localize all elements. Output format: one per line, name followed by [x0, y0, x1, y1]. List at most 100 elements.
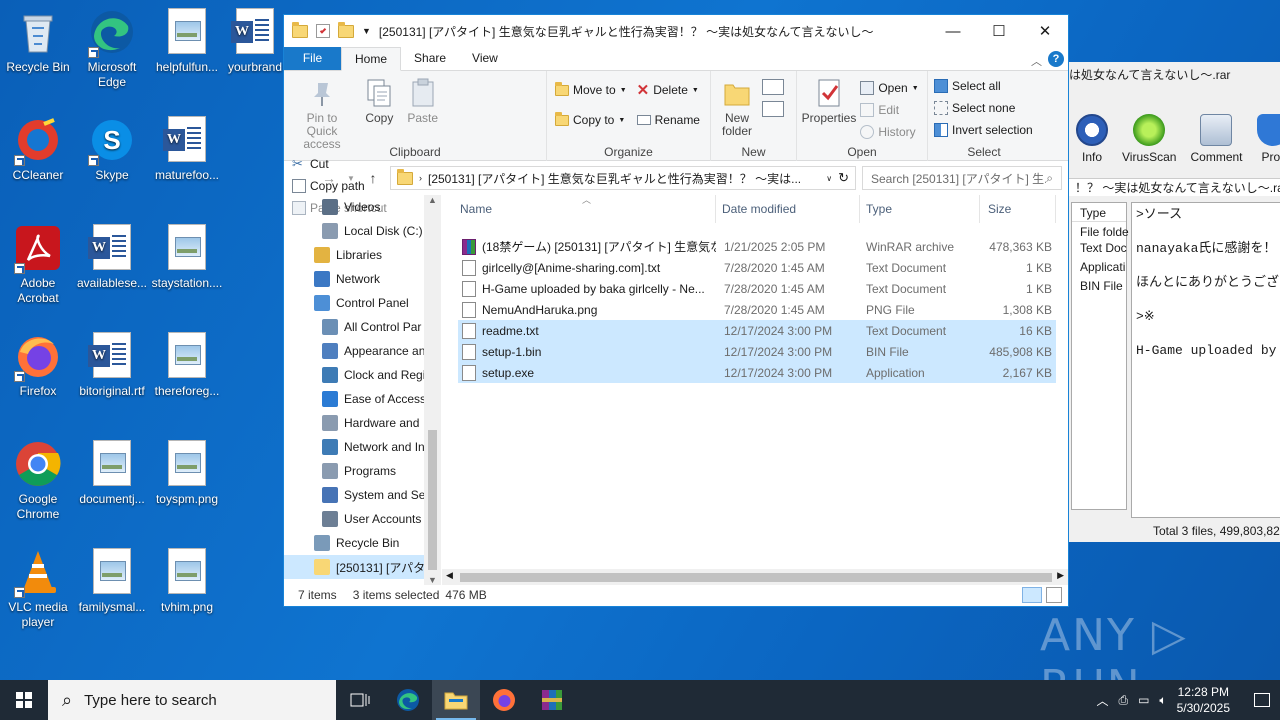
- network-icon[interactable]: ⎙: [1118, 693, 1128, 708]
- winrar-type-row[interactable]: BIN File: [1072, 279, 1126, 298]
- nav-item[interactable]: Local Disk (C:): [284, 219, 441, 243]
- scroll-up-icon[interactable]: ▲: [424, 195, 441, 205]
- move-to-button[interactable]: Move to ▼: [555, 79, 627, 101]
- collapse-ribbon-icon[interactable]: ︿: [1031, 53, 1042, 69]
- select-none-button[interactable]: Select none: [934, 97, 1036, 119]
- task-view-button[interactable]: [336, 680, 384, 720]
- minimize-button[interactable]: —: [930, 15, 976, 47]
- desktop-icon-documentj[interactable]: documentj...: [74, 440, 150, 507]
- column-header-type[interactable]: Type: [860, 195, 980, 223]
- nav-item[interactable]: Network: [284, 267, 441, 291]
- horizontal-scrollbar[interactable]: ◀ ▶: [442, 569, 1068, 585]
- nav-item[interactable]: Network and In: [284, 435, 441, 459]
- chevron-down-icon[interactable]: ▼: [362, 26, 371, 36]
- open-button[interactable]: Open ▼: [860, 77, 919, 99]
- chevron-down-icon[interactable]: ∨: [826, 174, 832, 183]
- nav-item[interactable]: Hardware and: [284, 411, 441, 435]
- nav-item[interactable]: Videos: [284, 195, 441, 219]
- scroll-right-icon[interactable]: ▶: [1057, 570, 1064, 581]
- taskbar-search-input[interactable]: Type here to search: [84, 692, 217, 709]
- volume-icon[interactable]: 🔈︎: [1159, 693, 1166, 708]
- easy-access-icon[interactable]: [762, 101, 785, 117]
- desktop-icon-availablese[interactable]: W availablese...: [74, 224, 150, 291]
- help-icon[interactable]: ?: [1048, 51, 1064, 67]
- tab-view[interactable]: View: [459, 47, 511, 70]
- properties-quick-icon[interactable]: [316, 24, 330, 38]
- paste-button[interactable]: Paste: [403, 75, 443, 127]
- maximize-button[interactable]: ☐: [976, 15, 1022, 47]
- tab-share[interactable]: Share: [401, 47, 459, 70]
- taskbar-winrar[interactable]: [528, 680, 576, 720]
- desktop-icon-vlc[interactable]: VLC media player: [0, 548, 76, 630]
- nav-item[interactable]: [250131] [アパタイ: [284, 555, 441, 579]
- details-view-icon[interactable]: [1022, 587, 1042, 603]
- nav-item[interactable]: Ease of Access: [284, 387, 441, 411]
- desktop-icon-firefox[interactable]: Firefox: [0, 332, 76, 399]
- tab-file[interactable]: File: [284, 47, 341, 70]
- winrar-type-row[interactable]: Applicati: [1072, 260, 1126, 279]
- start-button[interactable]: [0, 680, 48, 720]
- desktop-icon-recycle-bin[interactable]: Recycle Bin: [0, 8, 76, 75]
- network-status-icon[interactable]: ▭: [1138, 693, 1149, 707]
- winrar-type-row[interactable]: File folde: [1072, 222, 1129, 241]
- file-explorer-window[interactable]: ▼ [250131] [アパタイト] 生意気な巨乳ギャルと性行為実習！？ 〜実は…: [283, 14, 1069, 607]
- copy-to-button[interactable]: Copy to ▼: [555, 109, 627, 131]
- new-folder-button[interactable]: New folder: [715, 75, 759, 140]
- scrollbar-thumb[interactable]: [460, 573, 1052, 582]
- column-header-date[interactable]: Date modified: [716, 195, 860, 223]
- refresh-icon[interactable]: ↻: [838, 170, 849, 186]
- desktop-icon-helpfulfun[interactable]: helpfulfun...: [149, 8, 225, 75]
- copy-button[interactable]: Copy: [359, 75, 399, 127]
- file-row[interactable]: readme.txt 12/17/2024 3:00 PM Text Documen…: [458, 320, 1056, 341]
- nav-item[interactable]: Programs: [284, 459, 441, 483]
- large-icons-view-icon[interactable]: [1046, 587, 1062, 603]
- desktop-icon-bitoriginal[interactable]: W bitoriginal.rtf: [74, 332, 150, 399]
- file-row[interactable]: setup.exe 12/17/2024 3:00 PM Application 2,…: [458, 362, 1056, 383]
- column-header-name[interactable]: Name: [442, 195, 716, 223]
- desktop-icon-skype[interactable]: S Skype: [74, 116, 150, 183]
- nav-item[interactable]: Clock and Regi: [284, 363, 441, 387]
- file-row[interactable]: setup-1.bin 12/17/2024 3:00 PM BIN File 485…: [458, 341, 1056, 362]
- scroll-left-icon[interactable]: ◀: [446, 570, 453, 581]
- nav-scrollbar[interactable]: ▲ ▼: [424, 195, 441, 585]
- nav-item[interactable]: Control Panel: [284, 291, 441, 315]
- show-hidden-icons-icon[interactable]: ︿: [1096, 692, 1108, 709]
- copy-path-button[interactable]: Copy path: [292, 175, 387, 197]
- desktop-icon-maturefoo[interactable]: W maturefoo...: [149, 116, 225, 183]
- search-box[interactable]: Search [250131] [アパタイト] 生... ⌕: [862, 166, 1062, 190]
- close-button[interactable]: ✕: [1022, 15, 1068, 47]
- address-bar[interactable]: › [250131] [アパタイト] 生意気な巨乳ギャルと性行為実習！？ 〜実は…: [390, 166, 856, 190]
- winrar-type-list[interactable]: Type File folde Text Doc Applicati BIN F…: [1071, 202, 1129, 510]
- nav-item[interactable]: System and Sec: [284, 483, 441, 507]
- title-bar[interactable]: ▼ [250131] [アパタイト] 生意気な巨乳ギャルと性行為実習！？ 〜実は…: [284, 15, 1068, 47]
- scrollbar-thumb[interactable]: [428, 430, 437, 570]
- column-header-size[interactable]: Size: [980, 195, 1056, 223]
- file-row[interactable]: (18禁ゲーム) [250131] [アパタイト] 生意気な... 1/21/20…: [458, 236, 1056, 257]
- winrar-window[interactable]: は処女なんて言えないし〜.rar Info VirusScan Comment …: [1069, 62, 1280, 542]
- search-input[interactable]: Search [250131] [アパタイト] 生...: [871, 170, 1046, 187]
- file-row[interactable]: H-Game uploaded by baka girlcelly - Ne..…: [458, 278, 1056, 299]
- winrar-info-button[interactable]: Info: [1069, 114, 1115, 172]
- file-list[interactable]: ︿ Name Date modified Type Size (18禁ゲーム) …: [442, 195, 1068, 585]
- invert-selection-button[interactable]: Invert selection: [934, 119, 1036, 141]
- delete-button[interactable]: ✕ Delete ▼: [637, 79, 700, 101]
- new-folder-quick-icon[interactable]: [338, 21, 354, 38]
- desktop-icon-familysmal[interactable]: familysmal...: [74, 548, 150, 615]
- history-button[interactable]: History: [860, 121, 918, 143]
- select-all-button[interactable]: Select all: [934, 75, 1036, 97]
- desktop-icon-google-chrome[interactable]: Google Chrome: [0, 440, 76, 522]
- desktop-icon-thereforeg[interactable]: thereforeg...: [149, 332, 225, 399]
- winrar-comment-button[interactable]: Comment: [1183, 114, 1249, 172]
- desktop-icon-adobe-acrobat[interactable]: Adobe Acrobat: [0, 224, 76, 306]
- file-row[interactable]: NemuAndHaruka.png 7/28/2020 1:45 AM PNG Fi…: [458, 299, 1056, 320]
- nav-item[interactable]: Libraries: [284, 243, 441, 267]
- desktop-icon-toyspm[interactable]: toyspm.png: [149, 440, 225, 507]
- nav-item[interactable]: Appearance an: [284, 339, 441, 363]
- clock[interactable]: 12:28 PM 5/30/2025: [1177, 684, 1230, 716]
- winrar-type-row[interactable]: Text Doc: [1072, 241, 1127, 260]
- desktop-icon-ccleaner[interactable]: CCleaner: [0, 116, 76, 183]
- winrar-type-header[interactable]: Type: [1072, 203, 1126, 222]
- winrar-protect-button[interactable]: Prot: [1250, 114, 1280, 172]
- rename-button[interactable]: Rename: [636, 109, 700, 131]
- desktop-icon-microsoft-edge[interactable]: Microsoft Edge: [74, 8, 150, 90]
